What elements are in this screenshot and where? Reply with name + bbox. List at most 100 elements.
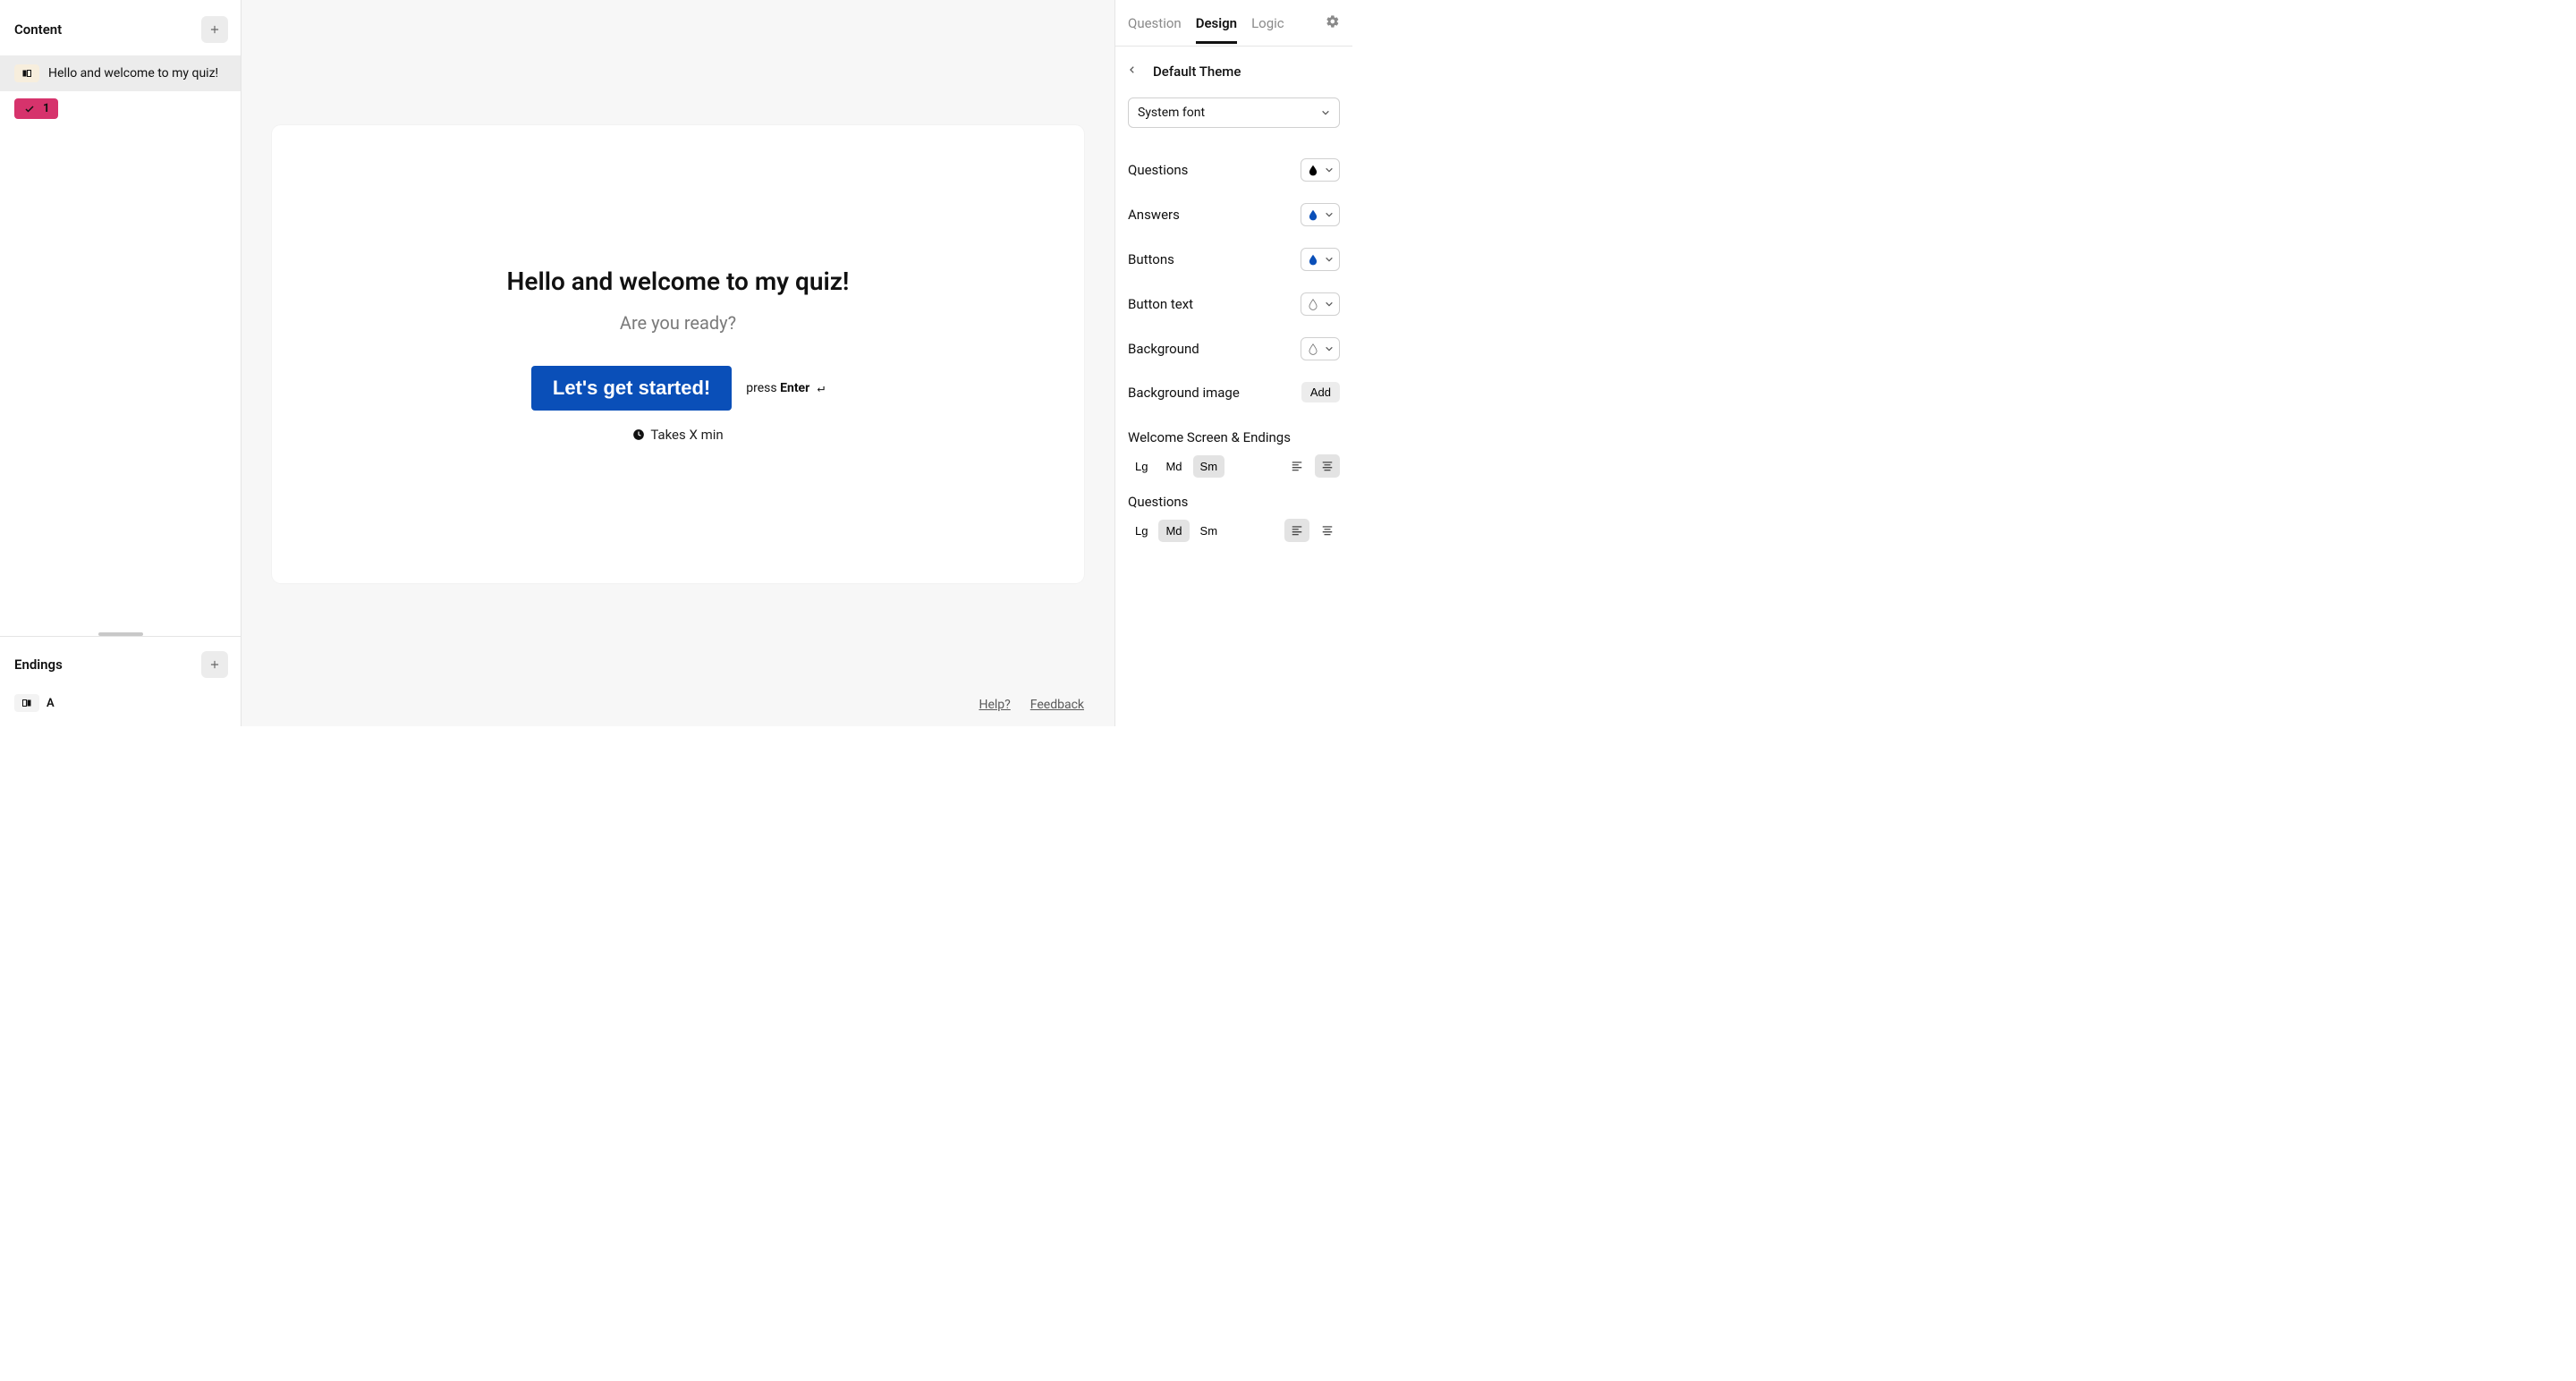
questions-controls: Lg Md Sm [1128, 519, 1340, 542]
endings-title: Endings [14, 657, 63, 673]
welcome-size-md[interactable]: Md [1158, 455, 1189, 478]
chevron-down-icon [1325, 300, 1334, 309]
label-answers: Answers [1128, 207, 1180, 223]
chevron-down-icon [1325, 344, 1334, 353]
ending-thumb [14, 694, 39, 712]
cta-row: Let's get started! press Enter ↵ [531, 366, 825, 411]
color-buttons[interactable] [1301, 248, 1340, 271]
hint-press: press [746, 381, 780, 395]
cta-button[interactable]: Let's get started! [531, 366, 732, 411]
question-badge-row: 1 [0, 91, 241, 126]
questions-align-center[interactable] [1315, 519, 1340, 542]
drop-icon [1307, 208, 1319, 222]
content-header: Content [0, 0, 241, 55]
add-content-button[interactable] [201, 16, 228, 43]
welcome-align-center[interactable] [1315, 454, 1340, 478]
align-center-icon [1320, 524, 1335, 537]
section-welcome-label: Welcome Screen & Endings [1128, 429, 1340, 445]
feedback-link[interactable]: Feedback [1030, 698, 1084, 712]
chevron-down-icon [1325, 165, 1334, 174]
row-answers-color: Answers [1128, 192, 1340, 237]
theme-row: Default Theme [1128, 59, 1340, 97]
questions-align-left[interactable] [1284, 519, 1309, 542]
endings-header: Endings [0, 637, 241, 689]
time-label: Takes X min [650, 427, 723, 443]
endings-section: Endings A [0, 636, 241, 726]
align-left-icon [1290, 524, 1304, 537]
align-center-icon [1320, 460, 1335, 472]
clock-icon [632, 428, 645, 441]
ending-label: A [47, 697, 55, 710]
tab-design[interactable]: Design [1196, 3, 1237, 44]
tab-logic[interactable]: Logic [1251, 3, 1284, 44]
gear-icon [1326, 14, 1340, 29]
row-button-text-color: Button text [1128, 282, 1340, 326]
welcome-size-lg[interactable]: Lg [1128, 455, 1155, 478]
row-background-color: Background [1128, 326, 1340, 371]
add-ending-button[interactable] [201, 651, 228, 678]
enter-glyph-icon: ↵ [809, 381, 825, 395]
question-number: 1 [43, 102, 49, 115]
card-subtitle[interactable]: Are you ready? [620, 312, 736, 334]
design-body: Default Theme System font Questions Answ… [1115, 47, 1352, 726]
label-button-text: Button text [1128, 296, 1193, 312]
color-background[interactable] [1301, 337, 1340, 360]
ending-item[interactable]: A [0, 689, 241, 726]
questions-size-md[interactable]: Md [1158, 520, 1189, 542]
drop-outline-icon [1307, 342, 1319, 356]
canvas: Hello and welcome to my quiz! Are you re… [242, 0, 1114, 726]
align-left-icon [1290, 460, 1304, 472]
content-title: Content [14, 21, 62, 38]
tab-question[interactable]: Question [1128, 3, 1182, 44]
row-buttons-color: Buttons [1128, 237, 1340, 282]
plus-icon [208, 23, 221, 36]
settings-button[interactable] [1326, 14, 1340, 32]
welcome-align-left[interactable] [1284, 454, 1309, 478]
layout-left-icon [21, 698, 32, 708]
chevron-down-icon [1321, 108, 1330, 117]
drop-icon [1307, 252, 1319, 267]
welcome-size-group: Lg Md Sm [1128, 455, 1224, 478]
content-item-welcome[interactable]: Hello and welcome to my quiz! [0, 55, 241, 91]
drop-icon [1307, 163, 1319, 177]
hint-enter: Enter [780, 381, 809, 395]
row-background-image: Background image Add [1128, 371, 1340, 413]
row-questions-color: Questions [1128, 148, 1340, 192]
questions-size-sm[interactable]: Sm [1193, 520, 1225, 542]
theme-back-button[interactable] [1128, 63, 1137, 80]
questions-size-lg[interactable]: Lg [1128, 520, 1155, 542]
welcome-thumb [14, 64, 39, 82]
content-list: Hello and welcome to my quiz! 1 [0, 55, 241, 632]
questions-align-group [1284, 519, 1340, 542]
section-questions-label: Questions [1128, 494, 1340, 510]
check-icon [23, 104, 36, 114]
label-bg-image: Background image [1128, 385, 1240, 401]
welcome-size-sm[interactable]: Sm [1193, 455, 1225, 478]
color-questions[interactable] [1301, 158, 1340, 182]
questions-size-group: Lg Md Sm [1128, 520, 1224, 542]
layout-right-icon [21, 68, 32, 79]
add-bg-image-button[interactable]: Add [1301, 382, 1340, 402]
label-background: Background [1128, 341, 1199, 357]
color-answers[interactable] [1301, 203, 1340, 226]
drop-outline-icon [1307, 297, 1319, 311]
time-row: Takes X min [632, 427, 723, 443]
question-badge[interactable]: 1 [14, 98, 58, 119]
card-title[interactable]: Hello and welcome to my quiz! [507, 267, 850, 296]
welcome-controls: Lg Md Sm [1128, 454, 1340, 478]
font-select-value: System font [1138, 106, 1205, 120]
cta-hint: press Enter ↵ [746, 381, 825, 395]
welcome-align-group [1284, 454, 1340, 478]
help-link[interactable]: Help? [979, 698, 1010, 712]
sidebar-right: Question Design Logic Default Theme Syst… [1114, 0, 1352, 726]
chevron-down-icon [1325, 210, 1334, 219]
sidebar-left: Content Hello and welcome to my quiz! 1 … [0, 0, 242, 726]
content-item-label: Hello and welcome to my quiz! [48, 65, 218, 82]
color-button-text[interactable] [1301, 292, 1340, 316]
chevron-down-icon [1325, 255, 1334, 264]
label-questions: Questions [1128, 162, 1188, 178]
preview-card[interactable]: Hello and welcome to my quiz! Are you re… [272, 125, 1084, 583]
chevron-left-icon [1128, 64, 1137, 76]
font-select[interactable]: System font [1128, 97, 1340, 128]
plus-icon [208, 658, 221, 671]
